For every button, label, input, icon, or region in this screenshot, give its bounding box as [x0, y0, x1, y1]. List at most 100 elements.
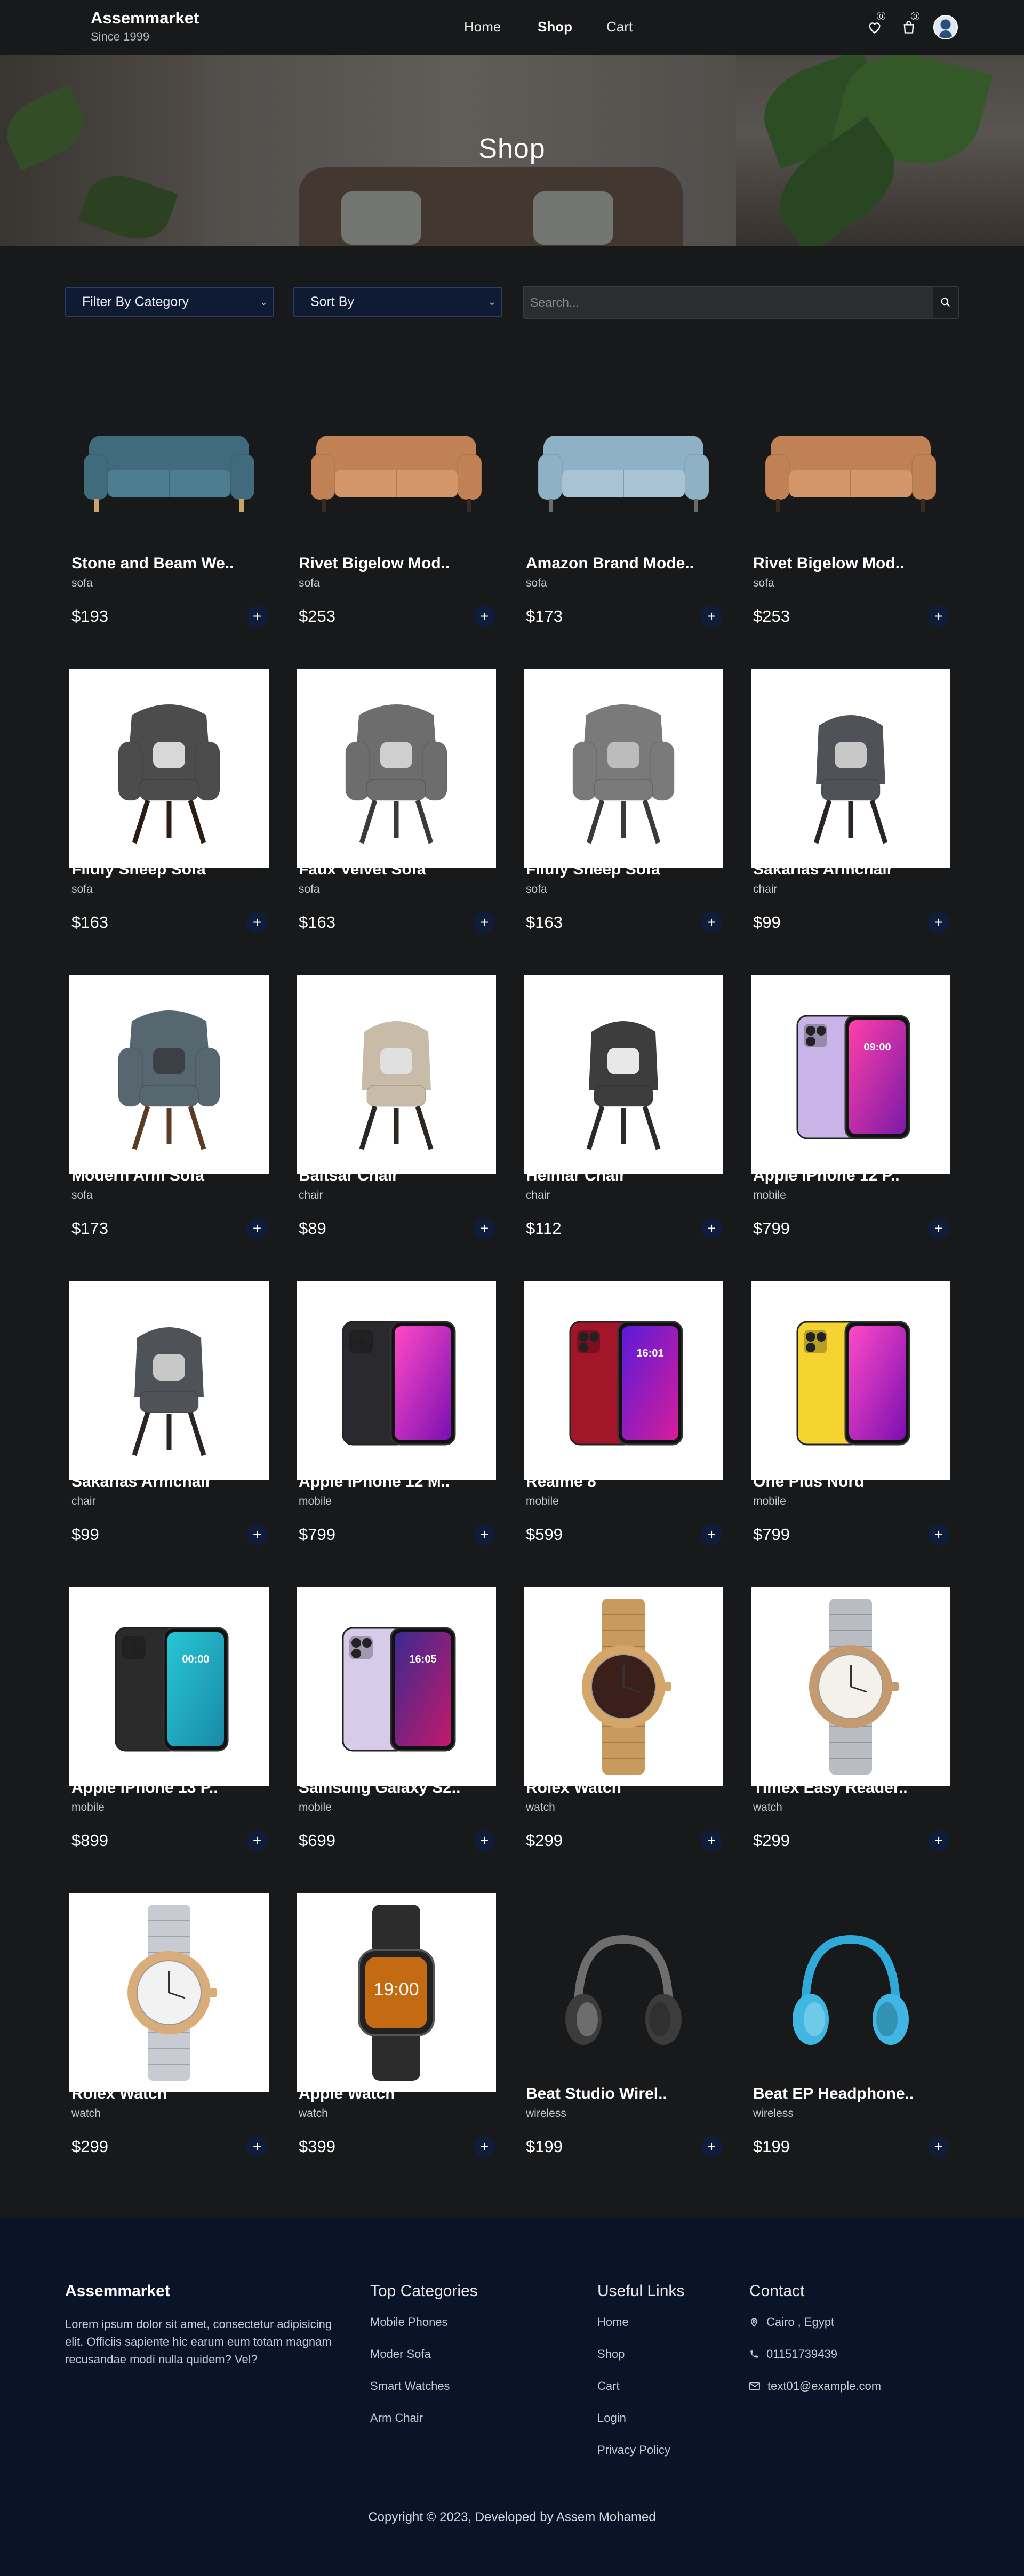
product-card[interactable]: Rivet Bigelow Mod.. sofa $253 + — [292, 363, 506, 661]
product-image[interactable]: 16:05 — [297, 1587, 496, 1786]
product-image[interactable] — [751, 1587, 950, 1786]
product-image[interactable] — [524, 1893, 723, 2092]
add-to-cart-button[interactable]: + — [474, 1218, 495, 1239]
sort-select[interactable]: Sort By ⌄ — [293, 287, 502, 317]
product-title[interactable]: Faux Velvet Sofa — [299, 861, 426, 879]
product-title[interactable]: Sakarias Armchair — [71, 1473, 211, 1491]
product-image[interactable] — [524, 1587, 723, 1786]
add-to-cart-button[interactable]: + — [474, 1524, 495, 1545]
product-image[interactable] — [297, 1281, 496, 1480]
product-card[interactable]: 19:00 Apple Watch watch $399 + — [292, 1893, 506, 2192]
product-image[interactable] — [751, 1281, 950, 1480]
product-image[interactable] — [524, 975, 723, 1174]
product-card[interactable]: Stone and Beam We.. sofa $193 + — [65, 363, 278, 661]
product-title[interactable]: Apple iPhone 12 P.. — [753, 1167, 900, 1185]
product-title[interactable]: Sakarias Armchair — [753, 861, 893, 879]
product-card[interactable]: 09:00 Apple iPhone 12 P.. mobile $799 + — [747, 975, 960, 1273]
add-to-cart-button[interactable]: + — [928, 606, 949, 627]
wishlist-button[interactable]: 0 — [864, 12, 885, 41]
product-card[interactable]: Modern Arm Sofa sofa $173 + — [65, 975, 278, 1273]
add-to-cart-button[interactable]: + — [701, 1524, 722, 1545]
footer-category-link[interactable]: Smart Watches — [370, 2379, 478, 2393]
add-to-cart-button[interactable]: + — [474, 912, 495, 933]
add-to-cart-button[interactable]: + — [474, 2136, 495, 2157]
add-to-cart-button[interactable]: + — [246, 2136, 268, 2157]
product-card[interactable]: One Plus Nord mobile $799 + — [747, 1281, 960, 1579]
product-image[interactable] — [524, 669, 723, 868]
footer-link-cart[interactable]: Cart — [597, 2379, 684, 2393]
add-to-cart-button[interactable]: + — [246, 606, 268, 627]
add-to-cart-button[interactable]: + — [701, 2136, 722, 2157]
product-image[interactable] — [751, 669, 950, 868]
product-title[interactable]: Rivet Bigelow Mod.. — [753, 555, 904, 573]
product-title[interactable]: Timex Easy Reader.. — [753, 1779, 908, 1797]
product-image[interactable] — [524, 363, 723, 562]
product-card[interactable]: Rolex Watch watch $299 + — [65, 1893, 278, 2192]
product-image[interactable] — [69, 669, 269, 868]
product-title[interactable]: Rolex Watch — [526, 1779, 621, 1797]
product-card[interactable]: Beat EP Headphone.. wireless $199 + — [747, 1893, 960, 2192]
product-card[interactable]: Helmar Chair chair $112 + — [519, 975, 733, 1273]
product-title[interactable]: Baltsar Chair — [299, 1167, 398, 1185]
product-title[interactable]: Apple Watch — [299, 2085, 395, 2103]
product-title[interactable]: Fllufy Sheep Sofa — [71, 861, 206, 879]
footer-category-link[interactable]: Mobile Phones — [370, 2315, 478, 2329]
add-to-cart-button[interactable]: + — [246, 1830, 268, 1851]
cart-button[interactable]: 0 — [898, 12, 919, 41]
brand-name[interactable]: Assemmarket — [91, 9, 199, 28]
product-title[interactable]: Apple iPhone 13 P.. — [71, 1779, 218, 1797]
product-image[interactable]: 16:01 — [524, 1281, 723, 1480]
product-card[interactable]: Rolex Watch watch $299 + — [519, 1587, 733, 1885]
user-avatar[interactable] — [933, 15, 958, 39]
add-to-cart-button[interactable]: + — [474, 1830, 495, 1851]
search-input[interactable] — [524, 287, 933, 318]
product-image[interactable] — [751, 363, 950, 562]
product-card[interactable]: Sakarias Armchair chair $99 + — [65, 1281, 278, 1579]
product-title[interactable]: Stone and Beam We.. — [71, 555, 234, 573]
product-title[interactable]: Fllufy Sheep Sofa — [526, 861, 660, 879]
product-image[interactable] — [297, 669, 496, 868]
product-title[interactable]: Realme 8 — [526, 1473, 596, 1491]
product-image[interactable] — [69, 363, 269, 562]
product-title[interactable]: Rolex Watch — [71, 2085, 167, 2103]
product-card[interactable]: 16:01 Realme 8 mobile $599 + — [519, 1281, 733, 1579]
footer-email-text[interactable]: text01@example.com — [767, 2379, 881, 2393]
add-to-cart-button[interactable]: + — [928, 912, 949, 933]
product-card[interactable]: Beat Studio Wirel.. wireless $199 + — [519, 1893, 733, 2192]
product-card[interactable]: Baltsar Chair chair $89 + — [292, 975, 506, 1273]
footer-link-shop[interactable]: Shop — [597, 2347, 684, 2361]
product-title[interactable]: Rivet Bigelow Mod.. — [299, 555, 450, 573]
product-card[interactable]: Timex Easy Reader.. watch $299 + — [747, 1587, 960, 1885]
footer-link-home[interactable]: Home — [597, 2315, 684, 2329]
nav-home[interactable]: Home — [464, 19, 501, 35]
product-image[interactable] — [297, 363, 496, 562]
add-to-cart-button[interactable]: + — [701, 1830, 722, 1851]
product-card[interactable]: Rivet Bigelow Mod.. sofa $253 + — [747, 363, 960, 661]
search-button[interactable] — [933, 287, 958, 318]
product-card[interactable]: Amazon Brand Mode.. sofa $173 + — [519, 363, 733, 661]
add-to-cart-button[interactable]: + — [246, 912, 268, 933]
add-to-cart-button[interactable]: + — [701, 912, 722, 933]
product-card[interactable]: 00:00 Apple iPhone 13 P.. mobile $899 + — [65, 1587, 278, 1885]
product-title[interactable]: One Plus Nord — [753, 1473, 864, 1491]
category-filter-select[interactable]: Filter By Category ⌄ — [65, 287, 274, 317]
add-to-cart-button[interactable]: + — [701, 1218, 722, 1239]
product-card[interactable]: 16:05 Samsung Galaxy S2.. mobile $699 + — [292, 1587, 506, 1885]
product-title[interactable]: Beat EP Headphone.. — [753, 2085, 914, 2103]
add-to-cart-button[interactable]: + — [928, 1524, 949, 1545]
product-image[interactable] — [297, 975, 496, 1174]
nav-shop[interactable]: Shop — [538, 19, 572, 35]
product-image[interactable]: 00:00 — [69, 1587, 269, 1786]
product-title[interactable]: Samsung Galaxy S2.. — [299, 1779, 460, 1797]
add-to-cart-button[interactable]: + — [701, 606, 722, 627]
nav-cart[interactable]: Cart — [606, 19, 633, 35]
footer-link-privacy[interactable]: Privacy Policy — [597, 2443, 684, 2457]
add-to-cart-button[interactable]: + — [928, 2136, 949, 2157]
add-to-cart-button[interactable]: + — [246, 1524, 268, 1545]
product-image[interactable] — [751, 1893, 950, 2092]
footer-category-link[interactable]: Arm Chair — [370, 2411, 478, 2425]
product-card[interactable]: Faux Velvet Sofa sofa $163 + — [292, 669, 506, 967]
footer-category-link[interactable]: Moder Sofa — [370, 2347, 478, 2361]
product-title[interactable]: Helmar Chair — [526, 1167, 626, 1185]
product-image[interactable] — [69, 1893, 269, 2092]
